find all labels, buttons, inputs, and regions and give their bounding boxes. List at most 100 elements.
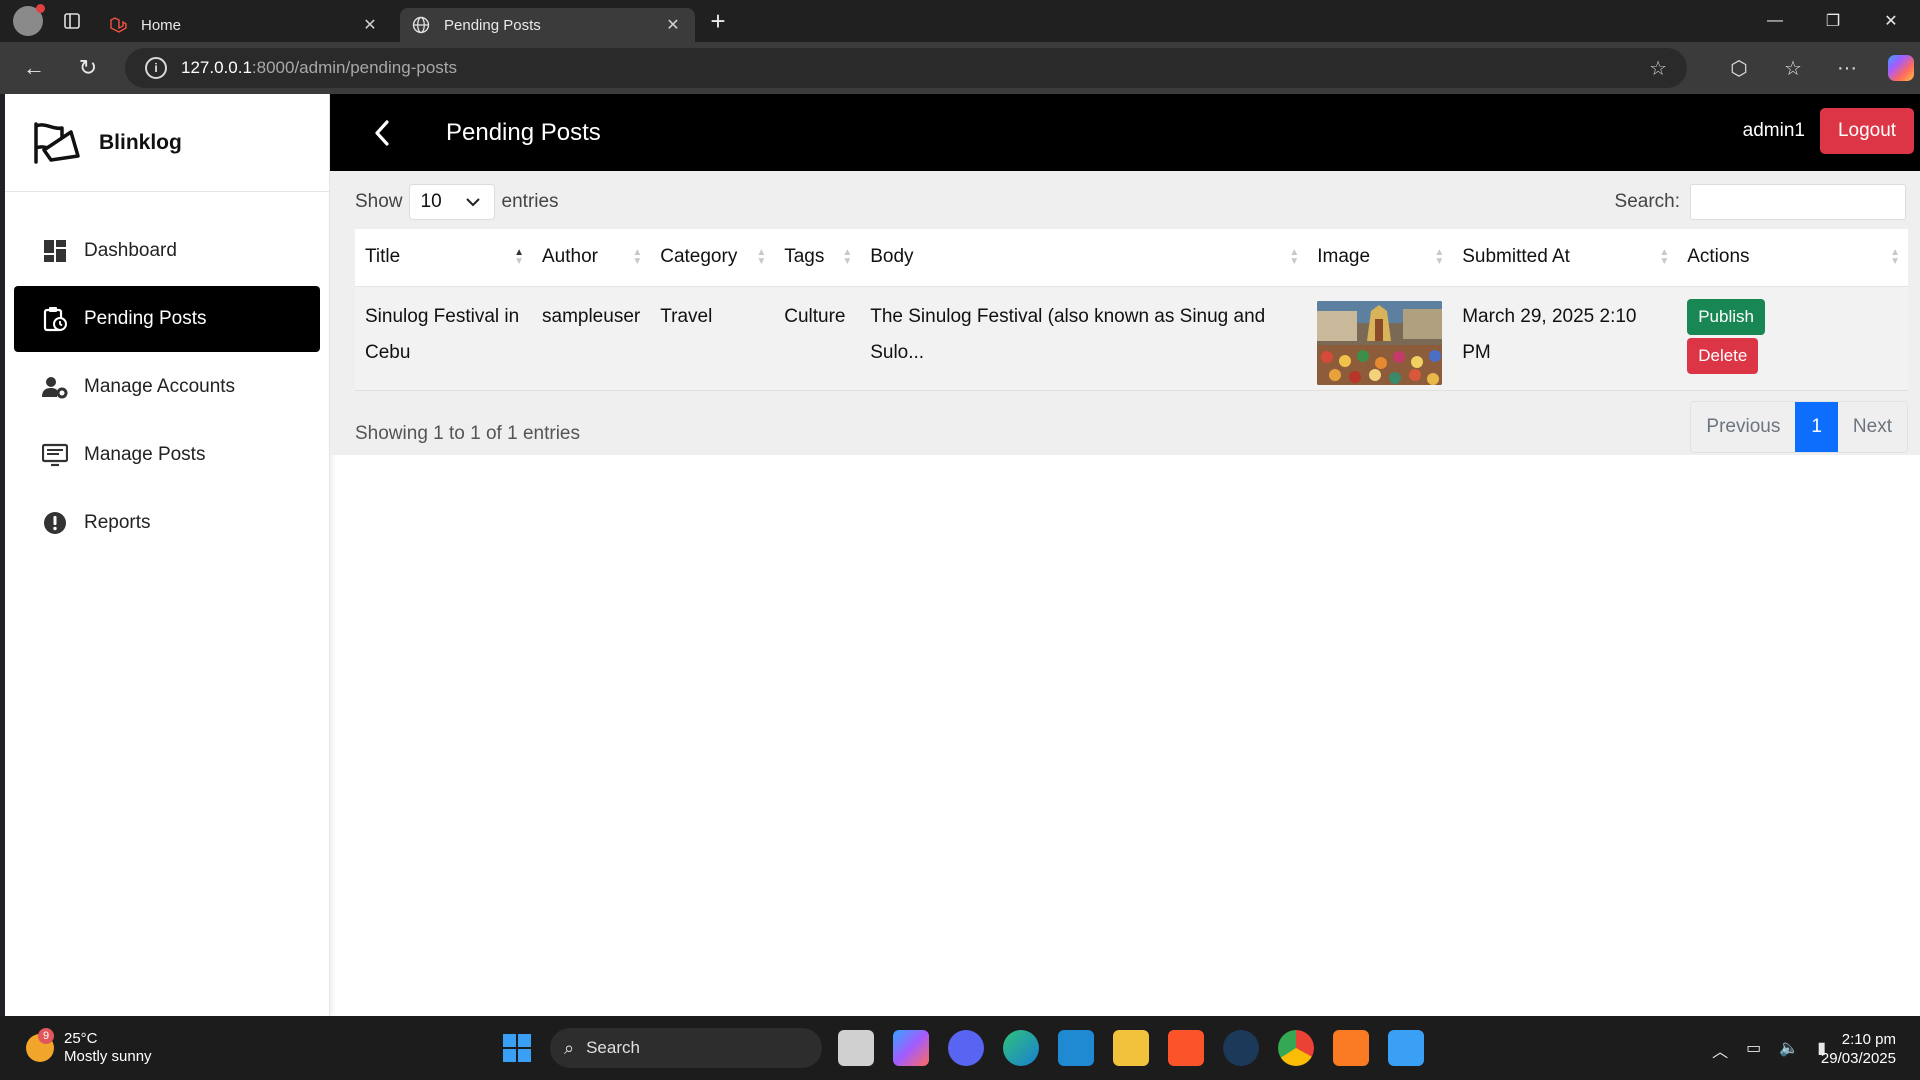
cell-image	[1307, 286, 1452, 390]
sidebar-item-pending-posts[interactable]: Pending Posts	[14, 286, 320, 352]
profile-avatar[interactable]	[13, 4, 45, 36]
more-options-icon[interactable]: ···	[1820, 48, 1874, 88]
column-header-category[interactable]: Category ▲ ▼	[650, 229, 775, 287]
volume-icon[interactable]: 🔈	[1779, 1038, 1799, 1062]
sort-icon: ▲ ▼	[842, 247, 853, 267]
table-search: Search:	[1615, 184, 1906, 220]
favorite-star-icon[interactable]: ☆	[1649, 56, 1667, 81]
weather-widget[interactable]: 9 25°C Mostly sunny	[26, 1028, 152, 1066]
search-input[interactable]	[1690, 184, 1906, 220]
refresh-icon[interactable]: ↻	[68, 48, 108, 88]
clock[interactable]: 2:10 pm 29/03/2025	[1821, 1030, 1896, 1068]
taskbar-search-label: Search	[586, 1038, 640, 1057]
tab-home[interactable]: Home ✕	[97, 8, 392, 42]
notification-badge: 9	[38, 1028, 54, 1044]
tab-actions-icon[interactable]	[55, 6, 89, 36]
clipboard-clock-icon	[42, 306, 68, 332]
sidebar-item-label: Pending Posts	[84, 308, 207, 329]
logout-button[interactable]: Logout	[1820, 108, 1914, 154]
sidebar-item-manage-accounts[interactable]: Manage Accounts	[14, 354, 320, 420]
column-header-actions[interactable]: Actions ▲ ▼	[1677, 229, 1908, 287]
chrome-icon[interactable]	[1278, 1030, 1314, 1066]
sidebar-item-label: Manage Accounts	[84, 376, 236, 397]
favorites-icon[interactable]: ☆	[1766, 48, 1820, 88]
sidebar-item-dashboard[interactable]: Dashboard	[14, 218, 320, 284]
monitor-list-icon	[42, 442, 68, 468]
current-user: admin1	[1742, 120, 1805, 141]
tab-pending-posts[interactable]: Pending Posts ✕	[400, 8, 695, 42]
close-tab-icon[interactable]: ✕	[360, 15, 380, 35]
table-footer: Showing 1 to 1 of 1 entries Previous 1 N…	[355, 400, 1908, 453]
window-controls: — ❐ ✕	[1746, 0, 1920, 42]
page-length-value: 10	[420, 191, 442, 212]
chevron-up-icon[interactable]: ︿	[1712, 1038, 1728, 1062]
new-tab-icon[interactable]: +	[701, 4, 735, 38]
back-chevron-icon[interactable]	[362, 113, 402, 153]
dashboard-icon	[42, 238, 68, 264]
column-header-submitted-at[interactable]: Submitted At ▲ ▼	[1452, 229, 1678, 287]
taskbar: 9 25°C Mostly sunny ⌕ Search ︿ ▭ 🔈 ▮ 2:1…	[0, 1016, 1920, 1080]
table-header-row: Title ▲ ▼ Author ▲ ▼ Category ▲ ▼ Tags ▲ ▼ Body ▲…	[355, 229, 1908, 287]
cell-tags: Culture	[784, 305, 846, 327]
brand-name: Blinklog	[99, 130, 182, 154]
sidebar-item-label: Dashboard	[84, 240, 177, 261]
file-explorer-icon[interactable]	[1113, 1030, 1149, 1066]
back-arrow-icon[interactable]: ←	[14, 48, 54, 88]
column-header-tags[interactable]: Tags ▲ ▼	[774, 229, 861, 287]
steam-icon[interactable]	[1223, 1030, 1259, 1066]
cell-author: sampleuser	[542, 305, 641, 327]
weather-text: 25°C Mostly sunny	[64, 1030, 152, 1066]
discord-icon[interactable]	[948, 1030, 984, 1066]
pagination-page-1[interactable]: 1	[1795, 401, 1838, 452]
brave-icon[interactable]	[1168, 1030, 1204, 1066]
page-length-select[interactable]: 10	[408, 184, 495, 220]
page-title: Pending Posts	[446, 118, 601, 146]
cell-category: Travel	[660, 305, 713, 327]
delete-button[interactable]: Delete	[1687, 337, 1759, 374]
column-header-image[interactable]: Image ▲ ▼	[1307, 229, 1453, 287]
taskbar-apps	[838, 1030, 1443, 1066]
site-info-icon[interactable]: i	[145, 57, 167, 79]
taskbar-search[interactable]: ⌕ Search	[550, 1028, 822, 1068]
sun-icon: 9	[26, 1028, 54, 1062]
xampp-icon[interactable]	[1333, 1030, 1369, 1066]
copilot-icon[interactable]	[1888, 55, 1914, 81]
table-controls: Show 10 entries Search:	[355, 184, 1908, 220]
brand-logo-icon	[34, 121, 80, 164]
pagination: Previous 1 Next	[1690, 400, 1908, 453]
close-tab-icon[interactable]: ✕	[663, 15, 683, 35]
column-header-author[interactable]: Author ▲ ▼	[532, 229, 651, 287]
pagination-next[interactable]: Next	[1837, 401, 1907, 452]
system-tray: ︿ ▭ 🔈 ▮	[1694, 1038, 1826, 1062]
task-view-icon[interactable]	[838, 1030, 874, 1066]
column-header-title[interactable]: Title ▲ ▼	[355, 229, 532, 287]
exclamation-circle-icon	[42, 510, 68, 536]
vscode-icon[interactable]	[1058, 1030, 1094, 1066]
laravel-icon	[109, 16, 127, 34]
windows-start-icon[interactable]	[503, 1034, 531, 1062]
minimize-icon[interactable]: —	[1746, 0, 1804, 42]
brand[interactable]: Blinklog	[5, 94, 329, 192]
browser-tab-bar: Home ✕ Pending Posts ✕ + — ❐ ✕	[0, 0, 1920, 42]
table-row: Sinulog Festival in Cebu sampleuser Trav…	[355, 286, 1908, 390]
sidebar-item-reports[interactable]: Reports	[14, 490, 320, 556]
copilot-app-icon[interactable]	[893, 1030, 929, 1066]
weather-temp: 25°C	[64, 1030, 98, 1047]
sidebar-item-manage-posts[interactable]: Manage Posts	[14, 422, 320, 488]
restore-icon[interactable]: ❐	[1804, 0, 1862, 42]
publish-button[interactable]: Publish	[1687, 298, 1765, 335]
extensions-icon[interactable]: ⬡	[1712, 48, 1766, 88]
network-icon[interactable]: ▭	[1746, 1038, 1761, 1062]
edge-icon[interactable]	[1003, 1030, 1039, 1066]
browser-toolbar: ← ↻ i 127.0.0.1:8000/admin/pending-posts…	[0, 42, 1920, 94]
sidebar-item-label: Reports	[84, 512, 151, 533]
close-window-icon[interactable]: ✕	[1862, 0, 1920, 42]
sort-icon: ▲ ▼	[632, 247, 643, 267]
pending-posts-table-wrapper: Show 10 entries Search: Title ▲ ▼ Author ▲ ▼…	[330, 171, 1920, 455]
column-header-body[interactable]: Body ▲ ▼	[860, 229, 1308, 287]
notepad-icon[interactable]	[1388, 1030, 1424, 1066]
main-content: Pending Posts admin1 Logout Show 10 entr…	[330, 94, 1920, 1016]
pagination-previous[interactable]: Previous	[1691, 401, 1796, 452]
address-bar[interactable]: i 127.0.0.1:8000/admin/pending-posts ☆	[125, 48, 1687, 88]
sidebar-item-label: Manage Posts	[84, 444, 206, 465]
